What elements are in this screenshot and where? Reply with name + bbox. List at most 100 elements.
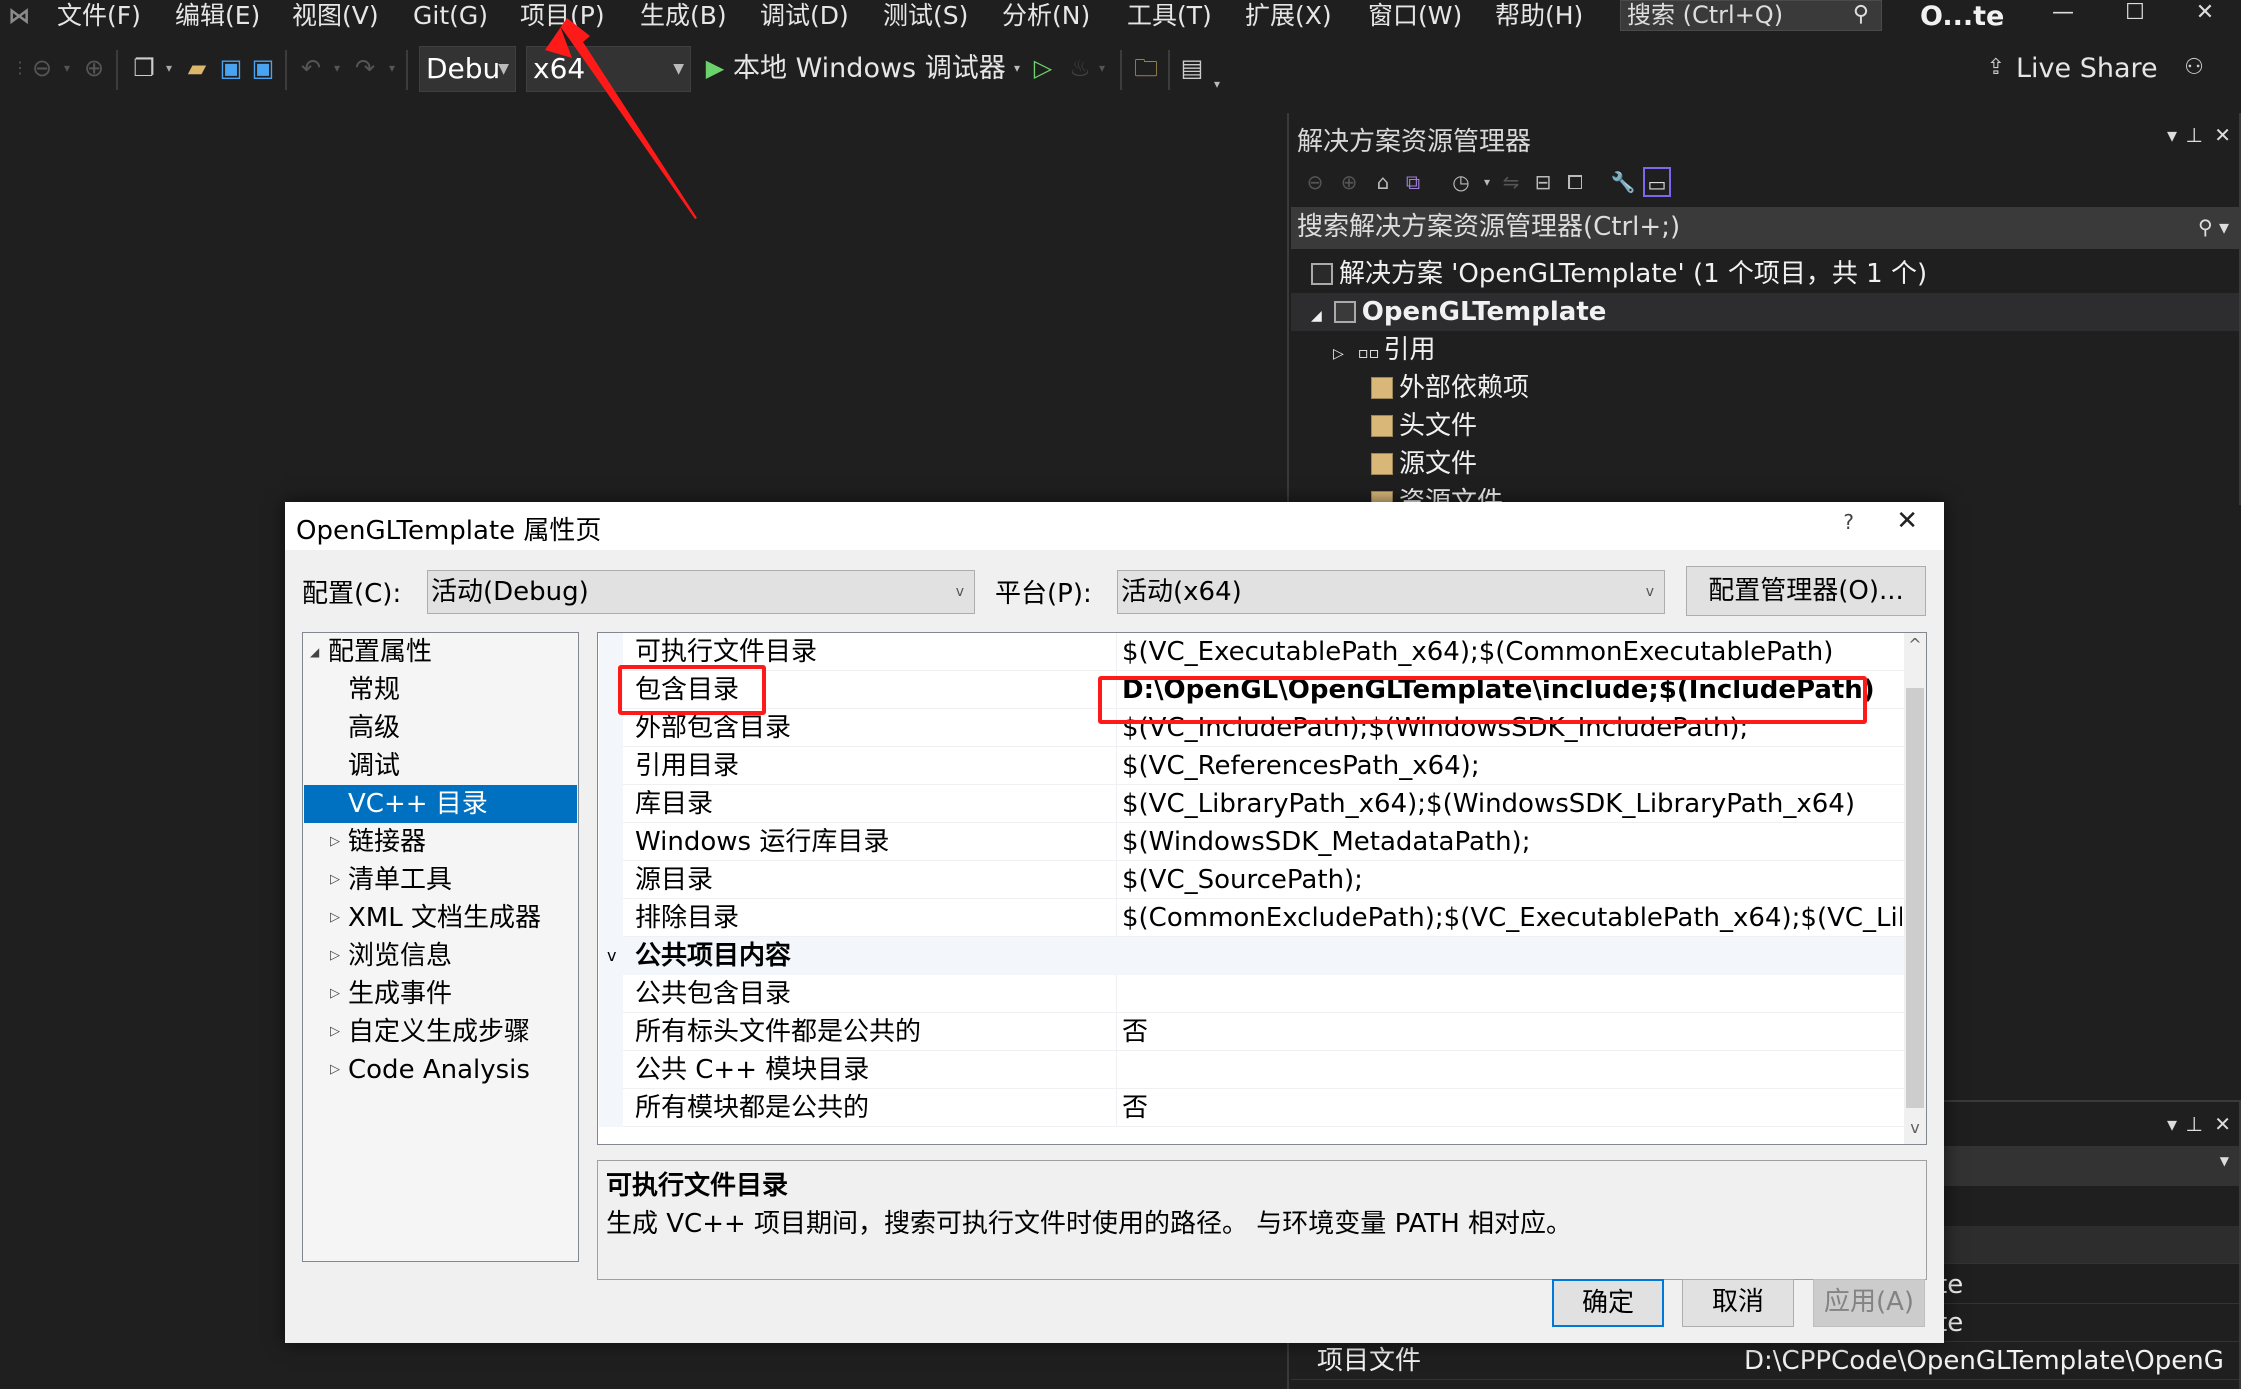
grid-row-public-module-dirs[interactable]: 公共 C++ 模块目录 xyxy=(599,1051,1904,1089)
collapsed-arrow-icon[interactable]: ▷ xyxy=(1333,346,1344,362)
minimize-button[interactable]: — xyxy=(2043,0,2083,30)
collapsed-arrow-icon[interactable]: ▷ xyxy=(330,823,340,861)
switch-views-icon[interactable]: ⧉ xyxy=(1399,167,1427,197)
dialog-close-button[interactable]: ✕ xyxy=(1896,506,1918,536)
tree-item-header-files[interactable]: 头文件 xyxy=(1291,407,2239,445)
menu-view[interactable]: 视图(V) xyxy=(292,0,379,34)
properties-row[interactable]: 项目文件 D:\CPPCode\OpenGLTemplate\OpenG xyxy=(1291,1342,2239,1380)
grid-row-library-dirs[interactable]: 库目录 $(VC_LibraryPath_x64);$(WindowsSDK_Li… xyxy=(599,785,1904,823)
tree-item-external-deps[interactable]: 外部依赖项 xyxy=(1291,369,2239,407)
grid-scrollbar[interactable]: ^ v xyxy=(1904,633,1926,1144)
grid-row-winrt-dirs[interactable]: Windows 运行库目录 $(WindowsSDK_MetadataPath); xyxy=(599,823,1904,861)
collapsed-arrow-icon[interactable]: ▷ xyxy=(330,899,340,937)
live-share-button[interactable]: Live Share xyxy=(2016,48,2158,90)
solution-search-input[interactable]: 搜索解决方案资源管理器(Ctrl+;) ⚲ ▾ xyxy=(1291,207,2239,249)
nav-item-xml-doc-generator[interactable]: ▷ XML 文档生成器 xyxy=(304,899,577,937)
menu-debug[interactable]: 调试(D) xyxy=(760,0,849,34)
start-debugger-button[interactable]: 本地 Windows 调试器 xyxy=(733,48,1006,90)
close-window-button[interactable]: ✕ xyxy=(2185,0,2225,30)
configuration-select[interactable]: 活动(Debug) v xyxy=(427,570,975,614)
grid-row-source-dirs[interactable]: 源目录 $(VC_SourcePath); xyxy=(599,861,1904,899)
forward-icon[interactable]: ⊕ xyxy=(1335,167,1363,197)
property-value[interactable]: $(WindowsSDK_MetadataPath); xyxy=(1122,823,1902,861)
find-in-files-icon[interactable]: 🗀 xyxy=(1132,52,1160,84)
property-value[interactable]: $(CommonExcludePath);$(VC_ExecutablePath… xyxy=(1122,899,1902,937)
solution-config-select[interactable]: Debu ▼ xyxy=(419,46,516,92)
property-value[interactable]: $(VC_ReferencesPath_x64); xyxy=(1122,747,1902,785)
configuration-manager-button[interactable]: 配置管理器(O)... xyxy=(1686,566,1926,616)
tree-item-source-files[interactable]: 源文件 xyxy=(1291,445,2239,483)
property-value[interactable]: 否 xyxy=(1122,1013,1902,1051)
undo-dropdown-icon[interactable]: ▾ xyxy=(330,52,344,84)
debugger-dropdown-icon[interactable]: ▾ xyxy=(1010,52,1024,84)
property-value[interactable]: $(VC_SourcePath); xyxy=(1122,861,1902,899)
platform-select[interactable]: 活动(x64) v xyxy=(1117,570,1665,614)
panel-menu-icon[interactable]: ▾ xyxy=(2167,123,2177,147)
start-debug-icon[interactable]: ▶ xyxy=(703,52,727,84)
property-value[interactable]: $(VC_LibraryPath_x64);$(WindowsSDK_Libra… xyxy=(1122,785,1902,823)
menu-edit[interactable]: 编辑(E) xyxy=(175,0,260,34)
scroll-up-icon[interactable]: ^ xyxy=(1904,635,1926,661)
nav-item-browse-info[interactable]: ▷ 浏览信息 xyxy=(304,937,577,975)
tree-item-project[interactable]: ◢ OpenGLTemplate xyxy=(1291,293,2239,331)
start-without-debug-icon[interactable]: ▷ xyxy=(1032,52,1054,84)
pin-icon[interactable]: ⊥ xyxy=(2186,123,2203,147)
grid-row-all-headers-public[interactable]: 所有标头文件都是公共的 否 xyxy=(599,1013,1904,1051)
properties-wrench-icon[interactable]: 🔧 xyxy=(1609,167,1637,197)
property-value[interactable]: 否 xyxy=(1122,1089,1902,1127)
tree-item-references[interactable]: ▷ ▫▫ 引用 xyxy=(1291,331,2239,369)
menu-window[interactable]: 窗口(W) xyxy=(1368,0,1462,34)
collapsed-arrow-icon[interactable]: ▷ xyxy=(330,937,340,975)
open-folder-icon[interactable]: ▰ xyxy=(182,52,212,84)
help-button[interactable]: ? xyxy=(1843,510,1854,534)
solution-platform-select[interactable]: x64 ▼ xyxy=(526,46,691,92)
expanded-arrow-icon[interactable]: ◢ xyxy=(310,633,319,671)
tree-item-solution[interactable]: 解决方案 'OpenGLTemplate' (1 个项目，共 1 个) xyxy=(1291,255,2239,293)
show-all-files-icon[interactable]: ⧠ xyxy=(1561,167,1589,197)
back-icon[interactable]: ⊖ xyxy=(1301,167,1329,197)
panel-close-icon[interactable]: ✕ xyxy=(2214,123,2231,147)
undo-icon[interactable]: ↶ xyxy=(298,52,324,84)
hot-reload-dropdown-icon[interactable]: ▾ xyxy=(1095,52,1109,84)
nav-item-vc-directories[interactable]: VC++ 目录 xyxy=(304,785,577,823)
nav-item-advanced[interactable]: 高级 xyxy=(304,709,577,747)
preview-selected-icon[interactable]: ▭ xyxy=(1643,167,1671,197)
menu-file[interactable]: 文件(F) xyxy=(57,0,141,34)
apply-button[interactable]: 应用(A) xyxy=(1813,1279,1925,1327)
toolbar-overflow-icon[interactable]: ▾ xyxy=(1210,68,1224,100)
nav-item-custom-build-step[interactable]: ▷ 自定义生成步骤 xyxy=(304,1013,577,1051)
menu-tools[interactable]: 工具(T) xyxy=(1127,0,1212,34)
category-collapse-icon[interactable]: v xyxy=(607,937,616,975)
grid-row-public-include-dirs[interactable]: 公共包含目录 xyxy=(599,975,1904,1013)
menu-project[interactable]: 项目(P) xyxy=(520,0,605,34)
nav-item-config-properties[interactable]: ◢ 配置属性 xyxy=(304,633,577,671)
hot-reload-icon[interactable]: ♨ xyxy=(1068,52,1092,84)
panel-menu-icon[interactable]: ▾ xyxy=(2167,1112,2177,1136)
grid-row-exclude-dirs[interactable]: 排除目录 $(CommonExcludePath);$(VC_Executable… xyxy=(599,899,1904,937)
cancel-button[interactable]: 取消 xyxy=(1682,1279,1794,1327)
redo-dropdown-icon[interactable]: ▾ xyxy=(385,52,399,84)
grid-category-public-project-content[interactable]: v 公共项目内容 xyxy=(599,937,1904,975)
collapsed-arrow-icon[interactable]: ▷ xyxy=(330,1013,340,1051)
global-search-input[interactable]: 搜索 (Ctrl+Q) ⚲ xyxy=(1620,0,1882,31)
scroll-down-icon[interactable]: v xyxy=(1904,1118,1926,1144)
nav-item-general[interactable]: 常规 xyxy=(304,671,577,709)
new-project-icon[interactable]: ❐ xyxy=(130,52,158,84)
menu-git[interactable]: Git(G) xyxy=(413,0,488,34)
nav-item-code-analysis[interactable]: ▷ Code Analysis xyxy=(304,1051,577,1089)
scrollbar-thumb[interactable] xyxy=(1906,688,1924,1108)
expanded-arrow-icon[interactable]: ◢ xyxy=(1311,308,1322,324)
property-value[interactable]: $(VC_ExecutablePath_x64);$(CommonExecuta… xyxy=(1122,633,1902,671)
collapsed-arrow-icon[interactable]: ▷ xyxy=(330,861,340,899)
ok-button[interactable]: 确定 xyxy=(1552,1279,1664,1327)
collapsed-arrow-icon[interactable]: ▷ xyxy=(330,1051,340,1089)
back-dropdown-icon[interactable]: ▾ xyxy=(60,52,74,84)
back-icon[interactable]: ⊖ xyxy=(28,52,56,84)
save-icon[interactable]: ▣ xyxy=(218,52,244,84)
window-layout-icon[interactable]: ▤ xyxy=(1178,52,1206,84)
grid-row-executable-dirs[interactable]: 可执行文件目录 $(VC_ExecutablePath_x64);$(Common… xyxy=(599,633,1904,671)
nav-item-linker[interactable]: ▷ 链接器 xyxy=(304,823,577,861)
menu-help[interactable]: 帮助(H) xyxy=(1495,0,1583,34)
account-feedback-icon[interactable]: ⚇ xyxy=(2180,52,2208,84)
nav-item-manifest-tool[interactable]: ▷ 清单工具 xyxy=(304,861,577,899)
